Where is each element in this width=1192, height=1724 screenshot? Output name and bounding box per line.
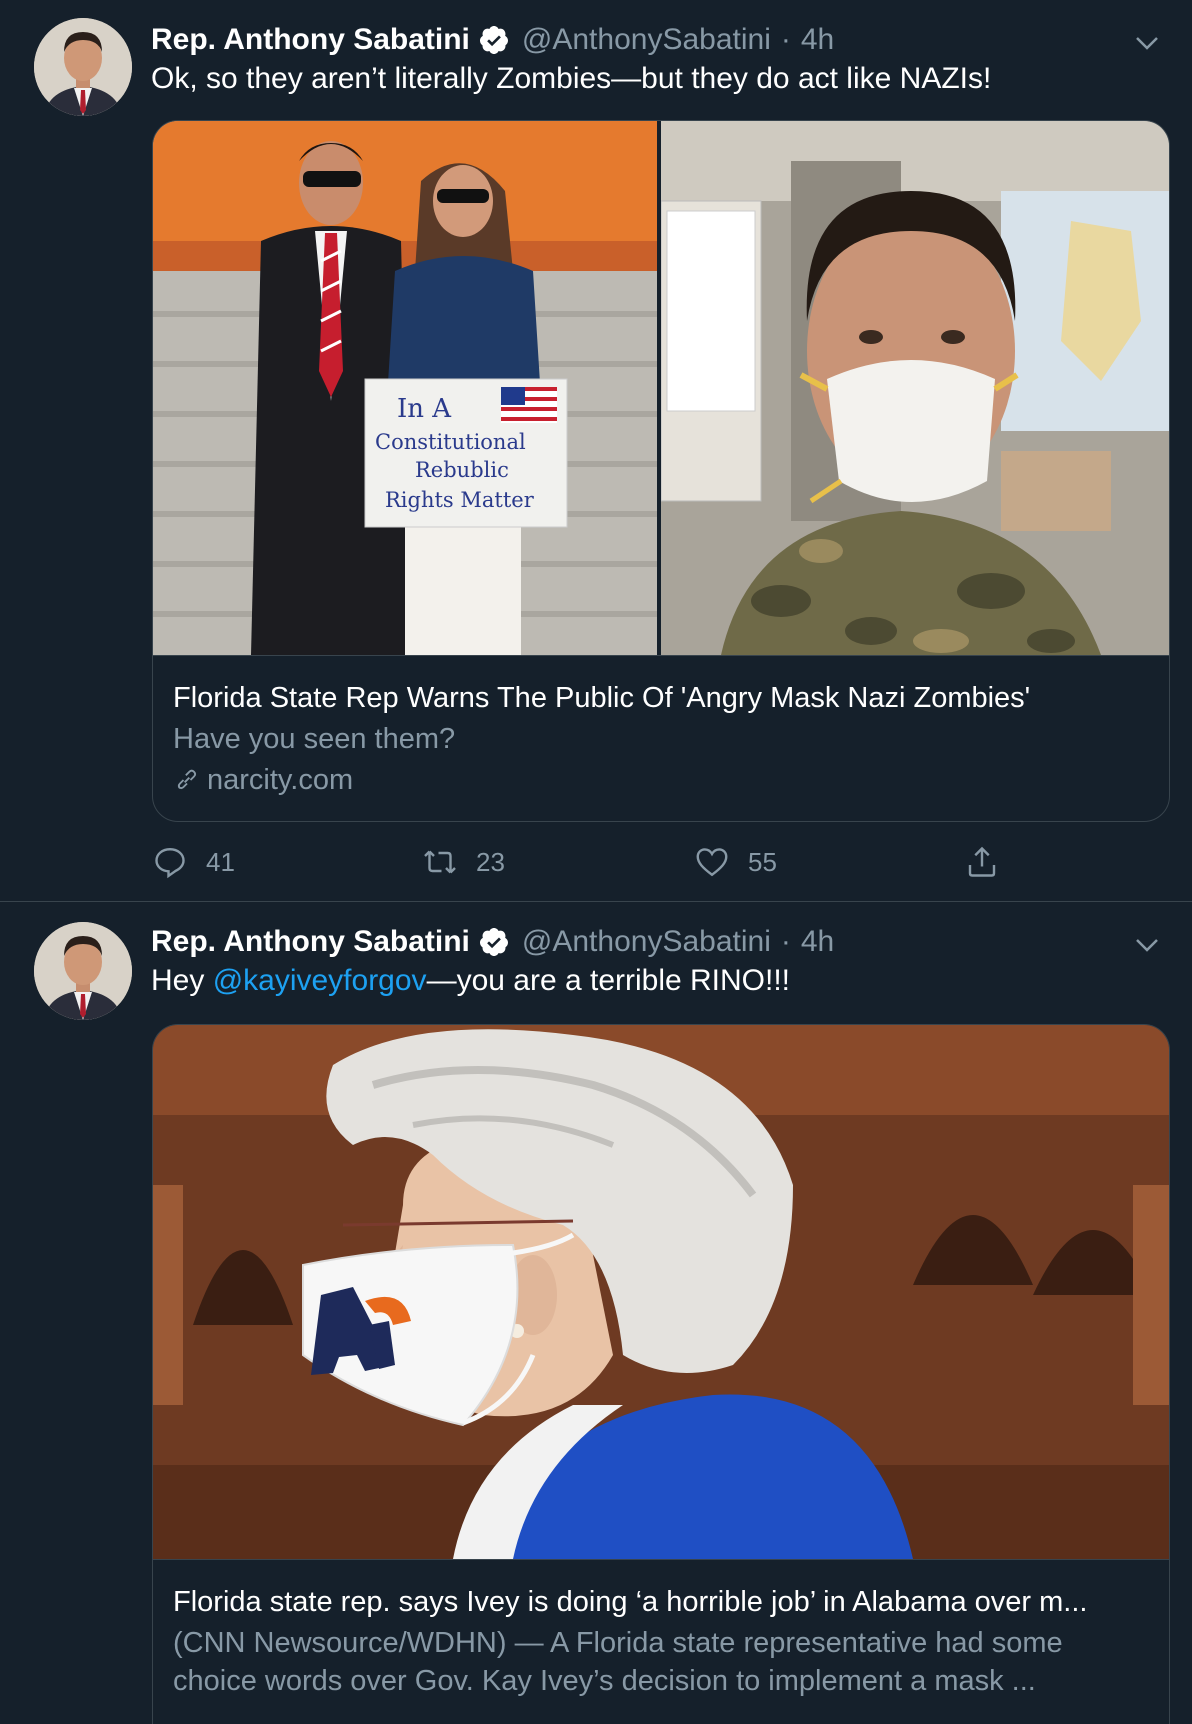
sign-line-1: In A [397,394,452,424]
like-count: 55 [748,846,777,877]
sign-line-4: Rights Matter [385,488,535,512]
card-title: Florida state rep. says Ivey is doing ‘a… [173,1586,1088,1618]
author-handle[interactable]: @AnthonySabatini [522,23,771,57]
share-button[interactable] [964,842,1018,882]
card-description: (CNN Newsource/WDHN) — A Florida state r… [173,1627,1063,1697]
card-domain: narcity.com [173,760,1151,800]
tweet[interactable]: Rep. Anthony Sabatini @AnthonySabatini ·… [0,902,1192,1724]
link-card[interactable]: In A Constitutional Rebublic Rights Matt… [152,120,1170,822]
tweet-actions: 41 23 55 [152,842,1012,882]
link-icon [177,769,197,790]
like-icon [696,848,728,877]
card-image: In A Constitutional Rebublic Rights Matt… [153,121,1169,656]
photo-rally: In A Constitutional Rebublic Rights Matt… [153,121,657,655]
reply-button[interactable]: 41 [152,842,235,882]
protest-sign: In A Constitutional Rebublic Rights Matt… [364,378,568,528]
tweet-text-before: Hey [151,964,213,997]
reply-icon [155,848,185,879]
retweet-button[interactable]: 23 [422,842,505,882]
separator: · [780,23,791,56]
chevron-down-icon[interactable] [1132,930,1162,960]
share-icon [968,846,996,877]
timestamp[interactable]: 4h [801,925,834,959]
retweet-count: 23 [476,846,505,877]
tweet-text: Hey @kayiveyforgov—you are a terrible RI… [151,964,790,998]
retweet-icon [424,850,456,874]
avatar[interactable] [34,18,132,116]
link-card[interactable]: Florida state rep. says Ivey is doing ‘a… [152,1024,1170,1724]
mention-link[interactable]: @kayiveyforgov [213,964,427,997]
verified-badge-icon [479,26,508,54]
chevron-down-icon[interactable] [1132,28,1162,58]
reply-count: 41 [206,846,235,877]
sign-line-2: Constitutional [375,430,526,454]
photo-selfie [661,121,1169,655]
card-domain-text: narcity.com [207,763,354,796]
card-description: Have you seen them? [173,723,456,755]
tweet[interactable]: Rep. Anthony Sabatini @AnthonySabatini ·… [0,0,1192,902]
author-name[interactable]: Rep. Anthony Sabatini [151,925,470,959]
tweet-text-after: —you are a terrible RINO!!! [426,964,791,997]
avatar[interactable] [34,922,132,1020]
tweet-header: Rep. Anthony Sabatini @AnthonySabatini ·… [151,922,834,962]
timestamp[interactable]: 4h [801,23,834,57]
verified-badge-icon [479,928,508,956]
tweet-header: Rep. Anthony Sabatini @AnthonySabatini ·… [151,20,834,60]
photo-governor [153,1025,1169,1559]
sign-line-3: Rebublic [415,458,509,482]
author-name[interactable]: Rep. Anthony Sabatini [151,23,470,57]
face-mask [827,360,995,502]
tweet-text: Ok, so they aren’t literally Zombies—but… [151,62,992,95]
separator: · [780,925,791,958]
card-image [153,1025,1169,1560]
author-handle[interactable]: @AnthonySabatini [522,925,771,959]
like-button[interactable]: 55 [694,842,777,882]
card-title: Florida State Rep Warns The Public Of 'A… [173,682,1031,714]
